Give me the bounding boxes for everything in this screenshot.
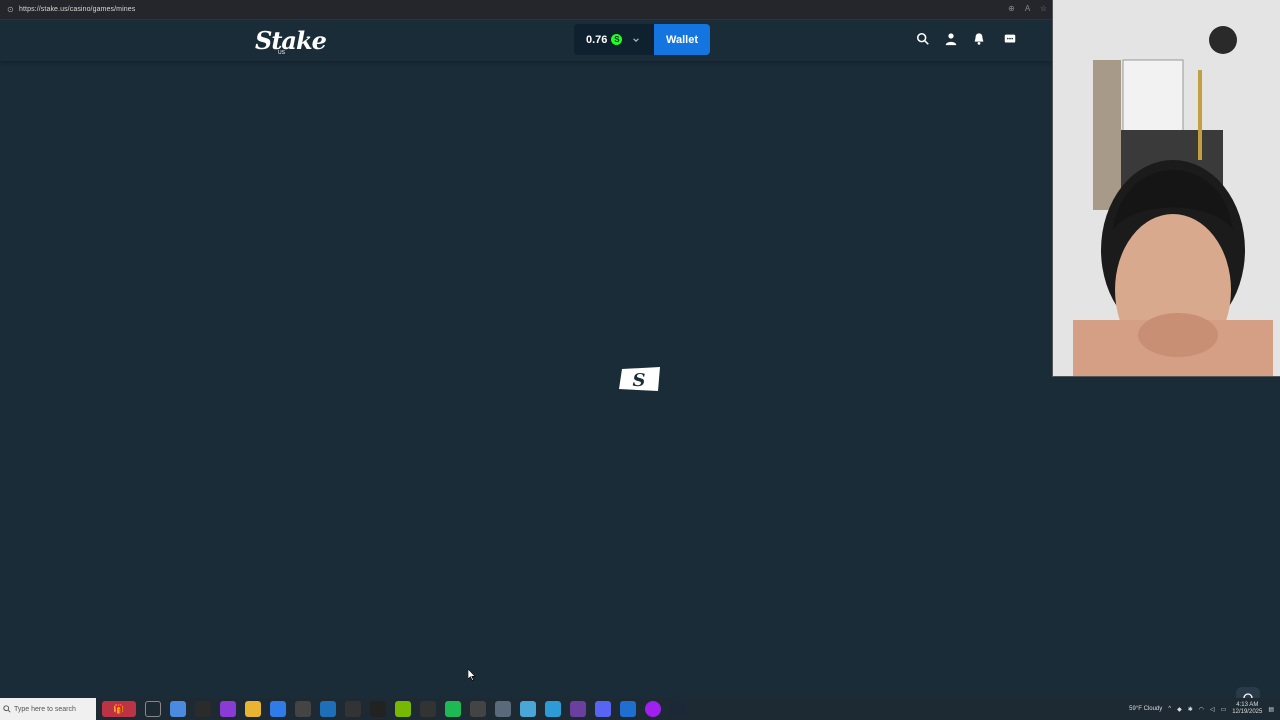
url-text[interactable]: https://stake.us/casino/games/mines — [19, 6, 135, 13]
app-main: Stake US 0.76 S Wallet S — [0, 20, 1260, 709]
app-icon-9[interactable] — [520, 701, 536, 717]
app-icon-4[interactable] — [345, 701, 361, 717]
svg-text:S: S — [633, 370, 646, 391]
favorite-star-icon[interactable]: ☆ — [1039, 4, 1048, 13]
task-view-icon[interactable] — [145, 701, 161, 717]
stake-logo-sub: US — [278, 50, 285, 56]
file-explorer-icon[interactable] — [245, 701, 261, 717]
clock-date: 12/19/2025 — [1232, 709, 1263, 715]
app-icon-1[interactable] — [195, 701, 211, 717]
taskbar-apps: 🎁 — [102, 701, 686, 717]
app-icon-11[interactable] — [570, 701, 586, 717]
sweeps-coin-icon: S — [611, 34, 623, 45]
wifi-icon[interactable]: ◠ — [1199, 706, 1204, 713]
obs-icon[interactable] — [645, 701, 661, 717]
mouse-cursor-icon — [468, 669, 476, 681]
chevron-down-icon — [633, 37, 640, 42]
discord-icon[interactable] — [595, 701, 611, 717]
search-icon — [3, 705, 11, 713]
battery-icon[interactable]: ▭ — [1221, 706, 1227, 713]
notification-icon[interactable]: ▤ — [1268, 706, 1274, 713]
app-icon-12[interactable] — [620, 701, 636, 717]
app-icon-2[interactable] — [220, 701, 236, 717]
stake-logo[interactable]: Stake — [255, 26, 327, 55]
balance-selector[interactable]: 0.76 S — [574, 24, 654, 55]
site-header: Stake US 0.76 S Wallet — [0, 20, 1052, 61]
app-icon-10[interactable] — [545, 701, 561, 717]
app-icon-7[interactable] — [470, 701, 486, 717]
chat-icon[interactable] — [1003, 32, 1017, 46]
bell-icon[interactable] — [972, 32, 986, 46]
taskbar-search[interactable]: Type here to search — [0, 698, 96, 720]
volume-icon[interactable]: ◁ — [1210, 706, 1215, 713]
zoom-icon[interactable]: ⊕ — [1007, 4, 1016, 13]
store-icon[interactable] — [320, 701, 336, 717]
wallet-button[interactable]: Wallet — [654, 24, 710, 55]
app-icon-6[interactable] — [420, 701, 436, 717]
windows-taskbar: Type here to search 🎁 59°F Cloudy ^ ◆ ✱ … — [0, 698, 1280, 720]
bluetooth-icon[interactable]: ✱ — [1188, 706, 1193, 713]
webcam-image — [1053, 0, 1280, 376]
search-icon[interactable] — [916, 32, 930, 46]
clock-time: 4:13 AM — [1236, 702, 1259, 708]
widget-icon[interactable]: 🎁 — [102, 701, 136, 717]
active-app-icon[interactable] — [445, 701, 461, 717]
balance-amount: 0.76 — [586, 33, 608, 46]
stake-loader-icon: S — [619, 367, 660, 391]
user-icon[interactable] — [944, 32, 958, 46]
taskbar-search-placeholder: Type here to search — [14, 705, 76, 713]
system-tray: 59°F Cloudy ^ ◆ ✱ ◠ ◁ ▭ 4:13 AM 12/19/20… — [1129, 698, 1274, 720]
read-aloud-icon[interactable]: A — [1023, 4, 1032, 13]
app-icon-8[interactable] — [495, 701, 511, 717]
webcam-feed — [1052, 0, 1280, 377]
chevron-up-icon[interactable]: ^ — [1168, 706, 1171, 712]
browser-actions: ⊕ A ☆ — [1007, 4, 1048, 13]
lock-icon: ⊙ — [7, 4, 14, 14]
browser-address-bar[interactable]: ⊙ https://stake.us/casino/games/mines ⊕ … — [0, 0, 1052, 20]
clock[interactable]: 4:13 AM 12/19/2025 — [1232, 702, 1262, 716]
nvidia-icon[interactable] — [395, 701, 411, 717]
edge-icon[interactable] — [270, 701, 286, 717]
steam-icon[interactable] — [670, 701, 686, 717]
app-icon-3[interactable] — [295, 701, 311, 717]
copilot-icon[interactable] — [170, 701, 186, 717]
network-icon[interactable]: ◆ — [1177, 706, 1182, 713]
app-icon-5[interactable] — [370, 701, 386, 717]
weather-text[interactable]: 59°F Cloudy — [1129, 706, 1162, 712]
